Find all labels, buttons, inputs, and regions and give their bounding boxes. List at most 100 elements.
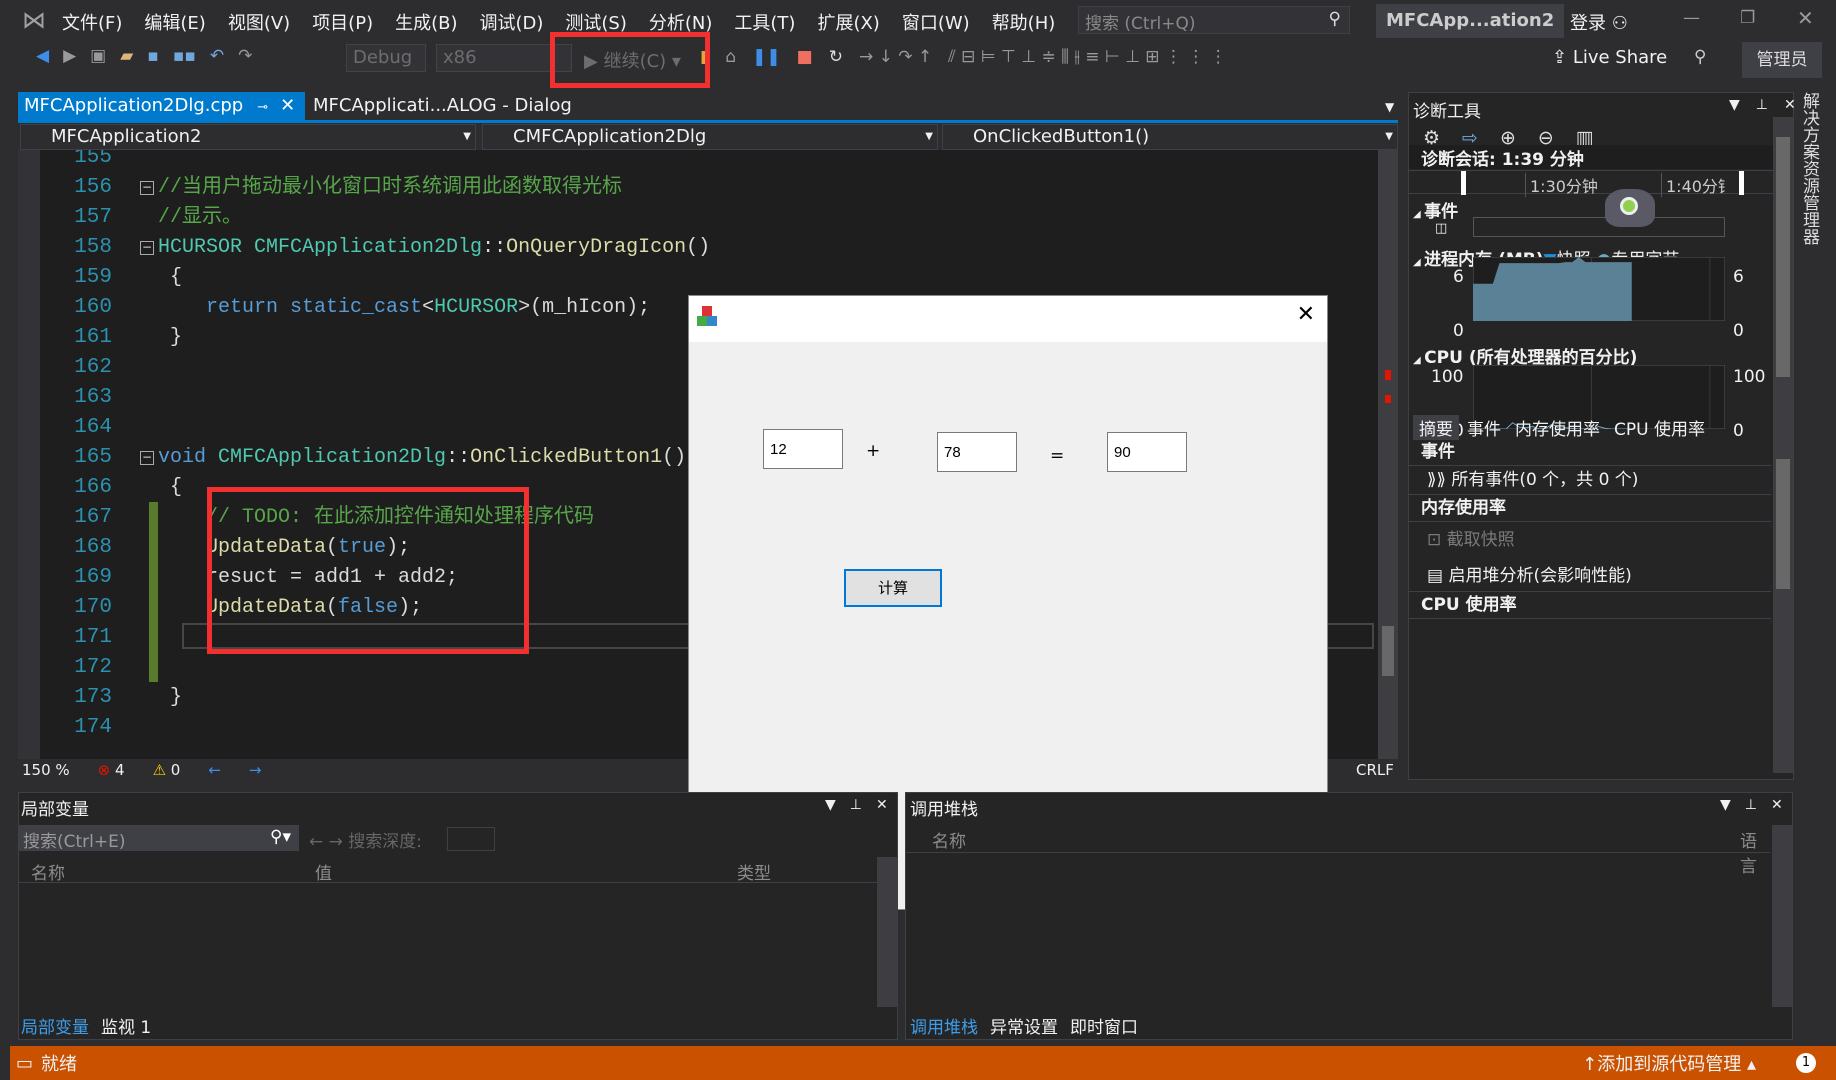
- menu-item[interactable]: 生成(B): [395, 9, 457, 35]
- locals-scrollbar[interactable]: [877, 857, 897, 1007]
- scroll-thumb[interactable]: [1382, 626, 1394, 676]
- errors-indicator[interactable]: ⊗ 4: [98, 761, 125, 779]
- menu-item[interactable]: 工具(T): [734, 9, 795, 35]
- app-icon[interactable]: ⌂: [725, 47, 736, 67]
- summary-scrollbar[interactable]: [1773, 433, 1793, 773]
- source-control-button[interactable]: ↑添加到源代码管理 ▴: [1582, 1050, 1756, 1076]
- locals-search-input[interactable]: 搜索(Ctrl+E) ⚲▾: [19, 825, 299, 852]
- editor-scrollbar[interactable]: [1378, 150, 1398, 759]
- menu-item[interactable]: 帮助(H): [992, 9, 1056, 35]
- diag-tab[interactable]: 内存使用率: [1509, 415, 1606, 440]
- col-language[interactable]: 语言: [1740, 827, 1770, 877]
- all-events-row[interactable]: ⟫⟫ 所有事件(0 个，共 0 个): [1409, 465, 1771, 495]
- callstack-scrollbar[interactable]: [1772, 825, 1792, 1007]
- timeline-ruler[interactable]: 1:30分钟 1:40分钟: [1409, 170, 1773, 197]
- notification-icon[interactable]: 1: [1796, 1053, 1816, 1073]
- col-name[interactable]: 名称: [31, 859, 65, 884]
- collapse-icon[interactable]: −: [140, 241, 154, 255]
- calculate-button[interactable]: 计算: [844, 569, 942, 607]
- class-dropdown[interactable]: CMFCApplication2Dlg ▼: [482, 124, 938, 150]
- restore-button[interactable]: ❐: [1740, 8, 1755, 28]
- warnings-indicator[interactable]: ⚠ 0: [153, 761, 181, 779]
- close-icon[interactable]: ✕: [876, 797, 888, 813]
- zoom-dropdown[interactable]: 150 %: [22, 761, 70, 779]
- tab-cpp[interactable]: MFCApplication2Dlg.cpp ⊸ ✕: [18, 92, 305, 121]
- live-share-button[interactable]: ⇪ Live Share: [1552, 47, 1667, 68]
- save-icon[interactable]: ▪: [147, 46, 159, 66]
- pin-icon[interactable]: ⊥: [1756, 97, 1768, 113]
- open-icon[interactable]: ▰: [120, 46, 133, 66]
- menu-item[interactable]: 项目(P): [312, 9, 373, 35]
- collapse-icon[interactable]: −: [140, 181, 154, 195]
- col-name[interactable]: 名称: [932, 827, 966, 852]
- back-icon[interactable]: ← →: [309, 832, 348, 852]
- member-dropdown[interactable]: OnClickedButton1() ▼: [942, 124, 1398, 150]
- diag-tab[interactable]: CPU 使用率: [1608, 415, 1711, 440]
- forward-icon[interactable]: ▶: [63, 46, 76, 66]
- collapse-icon[interactable]: −: [140, 451, 154, 465]
- tab-callstack[interactable]: 调用堆栈: [910, 1013, 978, 1038]
- tab-watch1[interactable]: 监视 1: [101, 1013, 151, 1038]
- diag-tab[interactable]: 摘要: [1413, 415, 1459, 440]
- pause-icon[interactable]: ❚❚: [752, 47, 781, 67]
- pin-icon[interactable]: ⊸: [257, 100, 268, 115]
- close-icon[interactable]: ✕: [1771, 797, 1783, 813]
- stop-icon[interactable]: ■: [797, 47, 813, 67]
- save-all-icon[interactable]: ▪▪: [173, 46, 196, 66]
- undo-icon[interactable]: ↶: [210, 46, 224, 66]
- config-dropdown[interactable]: Debug: [346, 44, 426, 72]
- col-value[interactable]: 值: [315, 859, 332, 884]
- tab-immediate[interactable]: 即时窗口: [1070, 1013, 1138, 1038]
- take-snapshot-button[interactable]: ⊡ 截取快照: [1427, 525, 1515, 550]
- back-icon[interactable]: ◀: [36, 46, 49, 66]
- search-box[interactable]: 搜索 (Ctrl+Q) ⚲: [1078, 6, 1350, 34]
- menu-item[interactable]: 文件(F): [62, 9, 122, 35]
- diag-scrollbar[interactable]: [1773, 117, 1793, 437]
- format-icons[interactable]: ⫽ ⊟ ⊨ ⊤ ⊥ ≑ ⫼ ⫲ ≡ ⊢ ⊥ ⊞ ⋮ ⋮ ⋮: [948, 47, 1227, 67]
- new-project-icon[interactable]: ▣: [90, 46, 106, 66]
- nav-back-icon[interactable]: ←: [208, 761, 221, 779]
- pin-icon[interactable]: ⊥: [850, 797, 862, 813]
- range-handle[interactable]: [1461, 171, 1466, 195]
- eol-indicator[interactable]: CRLF: [1356, 761, 1394, 779]
- step-icon[interactable]: → ↓ ↷ ↑: [859, 47, 932, 67]
- menu-item[interactable]: 窗口(W): [902, 9, 970, 35]
- depth-dropdown[interactable]: [447, 827, 495, 851]
- diag-tab[interactable]: 事件: [1461, 415, 1507, 440]
- events-lane[interactable]: [1473, 217, 1725, 237]
- col-type[interactable]: 类型: [737, 859, 771, 884]
- pin-icon[interactable]: ⊥: [1745, 797, 1757, 813]
- close-window-button[interactable]: ✕: [1797, 6, 1814, 30]
- tab-dialog[interactable]: MFCApplicati...ALOG - Dialog: [313, 95, 572, 116]
- close-tab-icon[interactable]: ✕: [280, 95, 295, 116]
- panel-menu-icon[interactable]: ▼: [1729, 97, 1740, 113]
- operand2-field[interactable]: [937, 432, 1017, 472]
- menu-item[interactable]: 调试(D): [480, 9, 544, 35]
- minimize-button[interactable]: —: [1683, 8, 1700, 28]
- nav-forward-icon[interactable]: →: [249, 761, 262, 779]
- menu-item[interactable]: 编辑(E): [144, 9, 205, 35]
- operand1-field[interactable]: [763, 429, 843, 469]
- mfc-app-icon: [697, 306, 717, 328]
- memory-chart[interactable]: [1473, 257, 1725, 321]
- heap-profiling-button[interactable]: ▤ 启用堆分析(会影响性能): [1427, 561, 1632, 586]
- dialog-close-button[interactable]: ✕: [1297, 302, 1315, 327]
- tab-overflow-icon[interactable]: ▼: [1385, 100, 1394, 114]
- panel-menu-icon[interactable]: ▼: [1720, 797, 1731, 813]
- range-handle[interactable]: [1739, 171, 1744, 195]
- restart-icon[interactable]: ↻: [829, 47, 843, 67]
- menu-item[interactable]: 扩展(X): [817, 9, 879, 35]
- pause-lane-icon: ◫: [1435, 221, 1448, 236]
- result-field[interactable]: [1107, 432, 1187, 472]
- tab-locals[interactable]: 局部变量: [21, 1013, 89, 1038]
- menu-item[interactable]: 视图(V): [228, 9, 290, 35]
- redo-icon[interactable]: ↷: [238, 46, 252, 66]
- project-dropdown[interactable]: MFCApplication2 ▼: [20, 124, 476, 150]
- login-link[interactable]: 登录 ⚇: [1570, 9, 1628, 35]
- tab-exceptions[interactable]: 异常设置: [990, 1013, 1058, 1038]
- warning-icon: ⚠: [152, 761, 167, 779]
- solution-explorer-tab[interactable]: 解决方案资源管理器: [1799, 92, 1822, 245]
- panel-menu-icon[interactable]: ▼: [825, 797, 836, 813]
- feedback-icon[interactable]: ⚲: [1694, 47, 1706, 67]
- close-icon[interactable]: ✕: [1784, 97, 1796, 113]
